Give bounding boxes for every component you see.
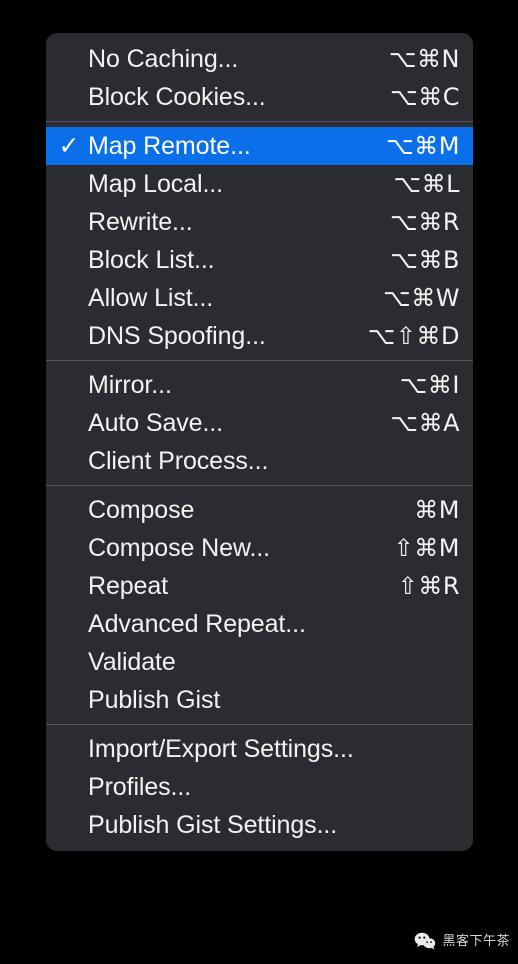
menu-item-shortcut: ⇧⌘R bbox=[397, 572, 460, 600]
menu-item-shortcut: ⌥⌘L bbox=[393, 170, 460, 198]
check-slot: ✓ bbox=[46, 47, 88, 72]
check-slot: ✓ bbox=[46, 612, 88, 637]
menu-item-advanced-repeat[interactable]: ✓Advanced Repeat... bbox=[46, 605, 473, 643]
menu-item-block-cookies[interactable]: ✓Block Cookies... ⌥⌘C bbox=[46, 78, 473, 116]
check-slot: ✓ bbox=[46, 286, 88, 311]
menu-item-label: Advanced Repeat... bbox=[88, 609, 306, 638]
context-menu: ✓No Caching...⌥⌘N✓Block Cookies...⌥⌘C✓Ma… bbox=[46, 33, 473, 851]
check-slot: ✓ bbox=[46, 813, 88, 838]
menu-item-compose[interactable]: ✓Compose ⌘M bbox=[46, 491, 473, 529]
menu-section: ✓Import/Export Settings...✓Profiles...✓P… bbox=[46, 730, 473, 844]
wechat-icon bbox=[414, 932, 436, 950]
menu-item-label: Client Process... bbox=[88, 446, 269, 475]
menu-item-shortcut: ⇧⌘M bbox=[393, 534, 460, 562]
menu-item-validate[interactable]: ✓Validate bbox=[46, 643, 473, 681]
menu-separator bbox=[46, 724, 473, 725]
menu-item-block-list[interactable]: ✓Block List... ⌥⌘B bbox=[46, 241, 473, 279]
menu-item-mirror[interactable]: ✓Mirror... ⌥⌘I bbox=[46, 366, 473, 404]
check-slot: ✓ bbox=[46, 85, 88, 110]
menu-item-shortcut: ⌥⌘R bbox=[390, 208, 460, 236]
check-slot: ✓ bbox=[46, 210, 88, 235]
menu-item-rewrite[interactable]: ✓Rewrite... ⌥⌘R bbox=[46, 203, 473, 241]
menu-separator bbox=[46, 360, 473, 361]
menu-item-auto-save[interactable]: ✓Auto Save... ⌥⌘A bbox=[46, 404, 473, 442]
check-slot: ✓ bbox=[46, 324, 88, 349]
menu-item-label: Allow List... bbox=[88, 283, 214, 312]
menu-item-no-caching[interactable]: ✓No Caching... ⌥⌘N bbox=[46, 40, 473, 78]
menu-item-label: Auto Save... bbox=[88, 408, 223, 437]
menu-item-shortcut: ⌥⌘B bbox=[390, 246, 460, 274]
menu-item-shortcut: ⌥⌘I bbox=[399, 371, 460, 399]
menu-item-shortcut: ⌥⌘W bbox=[383, 284, 460, 312]
check-slot: ✓ bbox=[46, 131, 88, 160]
menu-item-label: Compose New... bbox=[88, 533, 271, 562]
menu-section: ✓No Caching... ⌥⌘N ✓Block Cookies... ⌥⌘C bbox=[46, 40, 473, 116]
check-slot: ✓ bbox=[46, 449, 88, 474]
menu-item-shortcut: ⌘M bbox=[414, 496, 460, 524]
watermark-text: 黑客下午茶 bbox=[442, 933, 510, 949]
menu-separator bbox=[46, 121, 473, 122]
check-slot: ✓ bbox=[46, 688, 88, 713]
checkmark-icon: ✓ bbox=[58, 131, 80, 160]
menu-item-shortcut: ⌥⇧⌘D bbox=[367, 322, 460, 350]
menu-item-profiles[interactable]: ✓Profiles... bbox=[46, 768, 473, 806]
menu-item-label: Repeat bbox=[88, 571, 169, 600]
menu-item-label: Publish Gist bbox=[88, 685, 221, 714]
menu-item-label: Import/Export Settings... bbox=[88, 734, 354, 763]
check-slot: ✓ bbox=[46, 650, 88, 675]
menu-item-label: Block List... bbox=[88, 245, 215, 274]
check-slot: ✓ bbox=[46, 737, 88, 762]
menu-item-map-remote[interactable]: ✓ Map Remote... ⌥⌘M bbox=[46, 127, 473, 165]
menu-item-label: Compose bbox=[88, 495, 195, 524]
menu-item-publish-gist-settings[interactable]: ✓Publish Gist Settings... bbox=[46, 806, 473, 844]
check-slot: ✓ bbox=[46, 536, 88, 561]
check-slot: ✓ bbox=[46, 172, 88, 197]
menu-item-shortcut: ⌥⌘C bbox=[390, 83, 460, 111]
menu-item-label: Rewrite... bbox=[88, 207, 193, 236]
menu-item-map-local[interactable]: ✓Map Local... ⌥⌘L bbox=[46, 165, 473, 203]
check-slot: ✓ bbox=[46, 248, 88, 273]
menu-item-shortcut: ⌥⌘A bbox=[390, 409, 460, 437]
menu-item-label: Map Local... bbox=[88, 169, 223, 198]
check-slot: ✓ bbox=[46, 775, 88, 800]
menu-item-client-process[interactable]: ✓Client Process... bbox=[46, 442, 473, 480]
menu-item-shortcut: ⌥⌘N bbox=[388, 45, 460, 73]
menu-separator bbox=[46, 485, 473, 486]
menu-item-label: Publish Gist Settings... bbox=[88, 810, 338, 839]
check-slot: ✓ bbox=[46, 498, 88, 523]
check-slot: ✓ bbox=[46, 411, 88, 436]
menu-item-label: Profiles... bbox=[88, 772, 192, 801]
menu-item-dns-spoofing[interactable]: ✓DNS Spoofing... ⌥⇧⌘D bbox=[46, 317, 473, 355]
menu-item-label: Mirror... bbox=[88, 370, 172, 399]
menu-section: ✓Map Remote...⌥⌘M✓Map Local...⌥⌘L✓Rewrit… bbox=[46, 127, 473, 355]
watermark: 黑客下午茶 bbox=[414, 932, 510, 950]
check-slot: ✓ bbox=[46, 574, 88, 599]
menu-item-publish-gist[interactable]: ✓Publish Gist bbox=[46, 681, 473, 719]
menu-item-label: Block Cookies... bbox=[88, 82, 266, 111]
menu-item-allow-list[interactable]: ✓Allow List... ⌥⌘W bbox=[46, 279, 473, 317]
menu-item-repeat[interactable]: ✓Repeat ⇧⌘R bbox=[46, 567, 473, 605]
menu-item-label: Validate bbox=[88, 647, 176, 676]
menu-item-shortcut: ⌥⌘M bbox=[386, 132, 460, 160]
menu-item-compose-new[interactable]: ✓Compose New... ⇧⌘M bbox=[46, 529, 473, 567]
menu-item-label: Map Remote... bbox=[88, 131, 251, 160]
menu-item-label: DNS Spoofing... bbox=[88, 321, 266, 350]
check-slot: ✓ bbox=[46, 373, 88, 398]
menu-section: ✓Mirror...⌥⌘I✓Auto Save...⌥⌘A✓Client Pro… bbox=[46, 366, 473, 480]
menu-item-import-export-settings[interactable]: ✓Import/Export Settings... bbox=[46, 730, 473, 768]
menu-item-label: No Caching... bbox=[88, 44, 239, 73]
menu-section: ✓Compose⌘M✓Compose New...⇧⌘M✓Repeat⇧⌘R✓A… bbox=[46, 491, 473, 719]
